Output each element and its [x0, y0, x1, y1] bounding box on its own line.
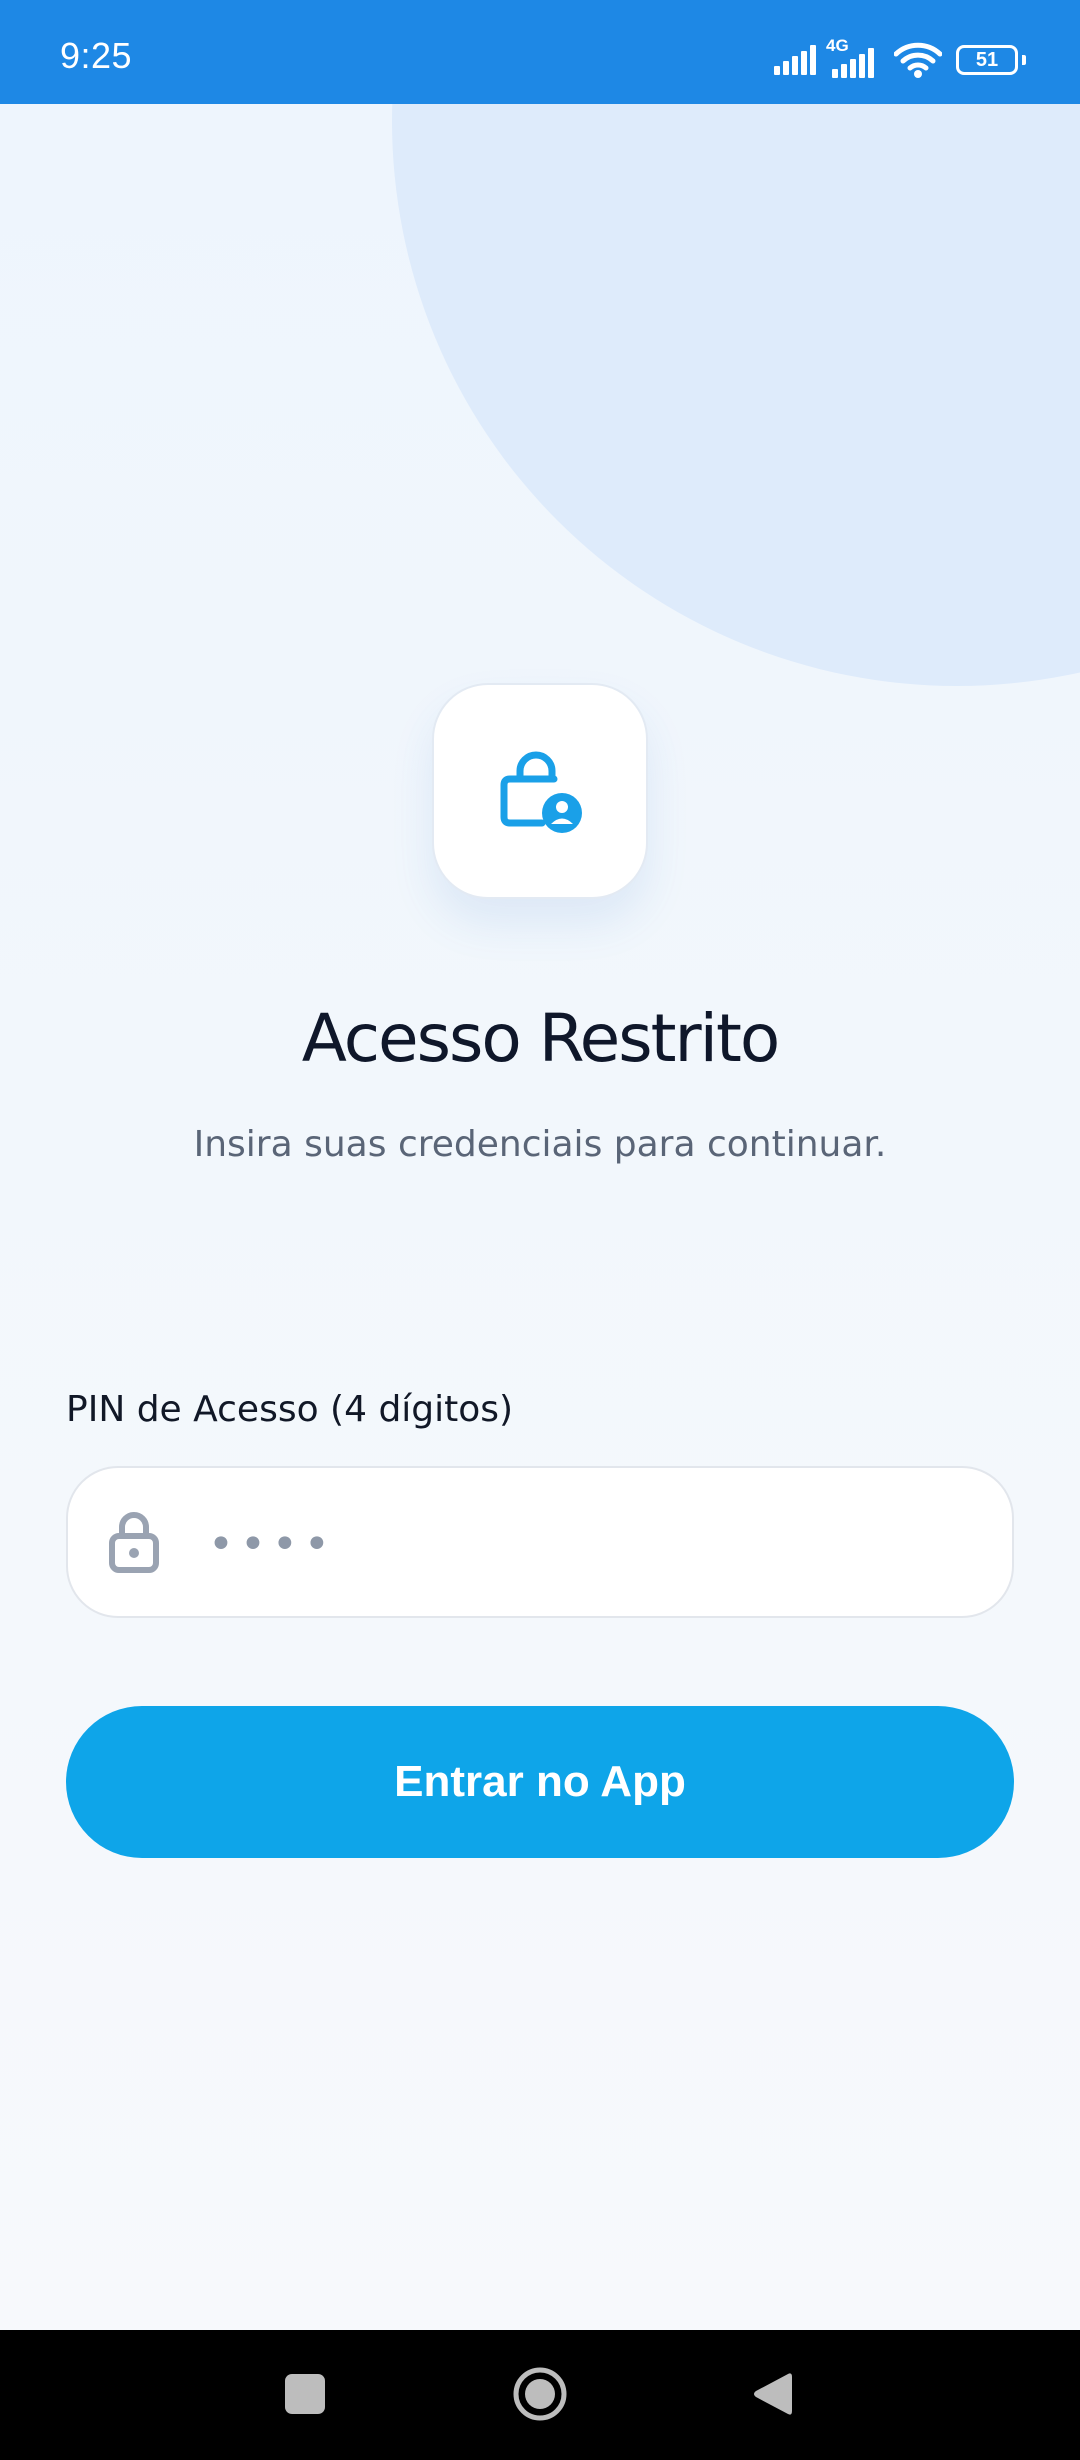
battery-level: 51 [956, 45, 1018, 75]
status-time: 9:25 [60, 35, 133, 76]
login-screen: Acesso Restrito Insira suas credenciais … [0, 104, 1080, 2330]
status-bar: 9:25 4G 51 [0, 0, 1080, 104]
lock-user-icon [500, 751, 582, 833]
wifi-icon [894, 42, 942, 78]
recent-apps-icon[interactable] [285, 2374, 325, 2414]
page-title: Acesso Restrito [301, 1000, 781, 1077]
signal-4g-icon: 4G [826, 36, 880, 78]
status-icons: 4G 51 [774, 36, 1026, 80]
background-circle [392, 104, 1080, 686]
pin-input[interactable] [208, 1508, 968, 1580]
back-icon[interactable] [752, 2372, 792, 2416]
pin-field[interactable] [66, 1466, 1014, 1618]
pin-label: PIN de Acesso (4 dígitos) [66, 1389, 514, 1430]
navigation-bar [0, 2330, 1080, 2460]
page-subtitle: Insira suas credenciais para continuar. [193, 1124, 887, 1165]
enter-app-button[interactable]: Entrar no App [66, 1706, 1014, 1858]
battery-icon: 51 [956, 45, 1026, 75]
signal-icon [774, 45, 816, 75]
home-icon[interactable] [512, 2366, 568, 2422]
lock-icon [109, 1512, 159, 1573]
app-logo [432, 683, 648, 899]
